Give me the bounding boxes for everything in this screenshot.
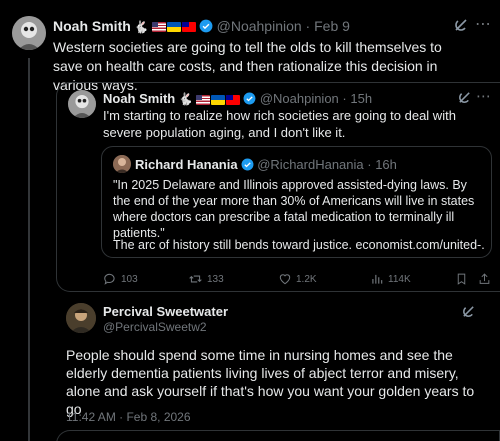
separator: · — [363, 157, 376, 172]
tweet-time[interactable]: 16h — [375, 157, 397, 172]
views-button[interactable]: 114K — [370, 272, 411, 286]
repost-count: 133 — [207, 273, 224, 285]
separator: · — [301, 18, 315, 34]
author-handle[interactable]: @Noahpinion — [217, 18, 302, 34]
tweet-text: I'm starting to realize how rich societi… — [103, 108, 456, 140]
grok-icon[interactable] — [457, 90, 472, 105]
like-button[interactable]: 1.2K — [278, 272, 317, 286]
next-card-edge — [56, 430, 500, 441]
flag-badges — [196, 94, 241, 105]
reply-icon — [104, 273, 115, 285]
verified-icon — [199, 19, 213, 36]
flag-us-icon — [151, 22, 166, 33]
grok-icon[interactable] — [453, 17, 469, 33]
tweet-time[interactable]: 15h — [350, 91, 372, 106]
separator: · — [338, 91, 351, 106]
tweet-time[interactable]: Feb 9 — [314, 18, 350, 34]
flag-ua-icon — [211, 94, 226, 105]
rabbit-icon: 🐇 — [133, 20, 149, 34]
author-handle[interactable]: @RichardHanania — [257, 157, 363, 172]
flag-tw-icon — [181, 22, 196, 33]
author-name[interactable]: Percival Sweetwater — [103, 304, 228, 319]
like-count: 1.2K — [296, 273, 317, 285]
avatar[interactable] — [113, 155, 131, 173]
author-name[interactable]: Noah Smith — [53, 18, 131, 34]
reply-text: People should spend some time in nursing… — [66, 347, 475, 417]
author-handle[interactable]: @Noahpinion — [260, 91, 339, 106]
verified-icon — [241, 158, 254, 174]
nested-quote-text-2: The arc of history still bends toward ju… — [113, 238, 485, 252]
repost-button[interactable]: 133 — [188, 272, 224, 286]
views-icon — [372, 274, 383, 284]
flag-ua-icon — [166, 22, 181, 33]
nested-quote-text: "In 2025 Delaware and Illinois approved … — [113, 178, 475, 240]
view-count: 114K — [388, 273, 411, 285]
avatar[interactable] — [68, 90, 96, 118]
verified-icon — [243, 92, 256, 108]
author-name[interactable]: Richard Hanania — [135, 157, 238, 172]
heart-icon — [279, 274, 291, 285]
more-icon[interactable]: ⋯ — [476, 87, 491, 105]
flag-tw-icon — [226, 94, 241, 105]
tweet-header: Noah Smith 🐇 @Noahpinion · Feb 9 — [53, 18, 350, 36]
quoted-tweet-header: Noah Smith 🐇 @Noahpinion · 15h — [103, 91, 372, 108]
reply-button[interactable]: 103 — [103, 272, 138, 286]
author-handle[interactable]: @PercivalSweetw2 — [103, 320, 207, 334]
reply-timestamp[interactable]: 11:42 AM · Feb 8, 2026 — [66, 410, 191, 424]
share-icon — [479, 273, 490, 284]
thread-line — [28, 58, 30, 441]
author-name[interactable]: Noah Smith — [103, 91, 175, 106]
bookmark-icon — [457, 273, 466, 285]
nested-quote-header: Richard Hanania @RichardHanania · 16h — [135, 157, 397, 174]
repost-icon — [189, 275, 202, 283]
share-button[interactable] — [478, 272, 491, 286]
reply-count: 103 — [121, 273, 138, 285]
rabbit-icon: 🐇 — [178, 92, 194, 106]
bookmark-button[interactable] — [455, 272, 468, 286]
avatar[interactable] — [66, 303, 96, 333]
avatar[interactable] — [12, 16, 46, 50]
grok-icon[interactable] — [461, 304, 476, 319]
more-icon[interactable]: ⋯ — [475, 14, 492, 34]
flag-badges — [151, 22, 196, 33]
flag-us-icon — [196, 94, 211, 105]
